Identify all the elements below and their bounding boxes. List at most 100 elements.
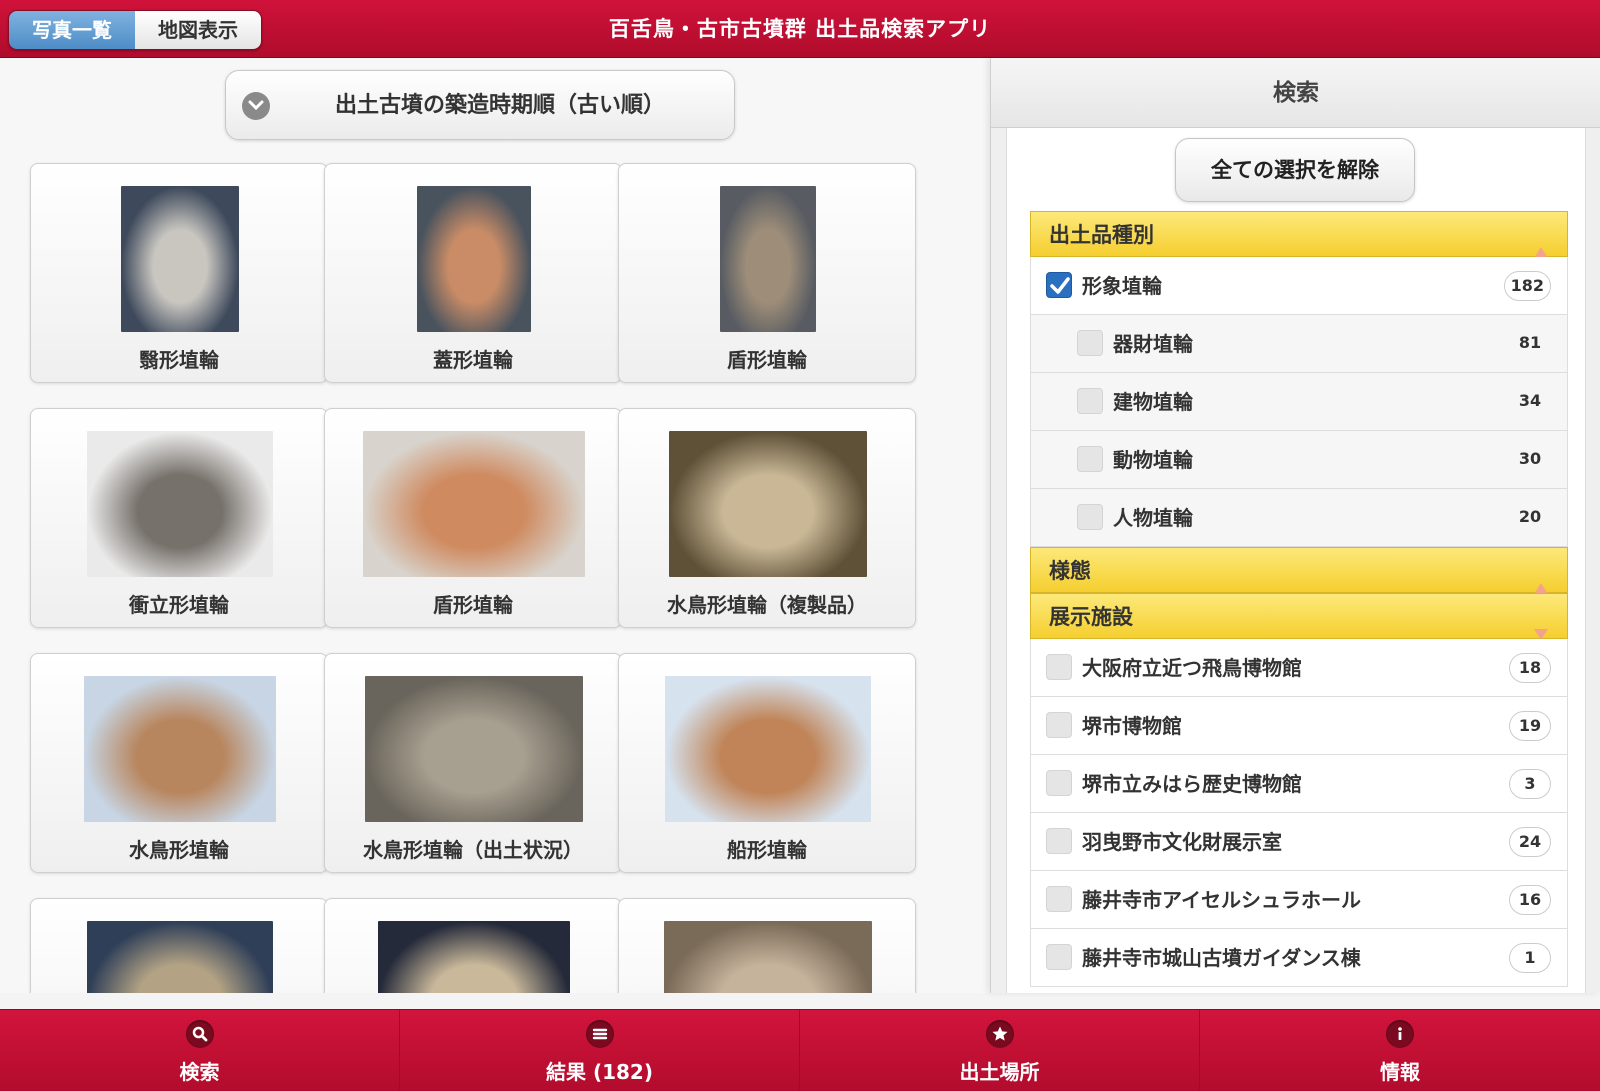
tab-search[interactable]: 検索 <box>0 1010 400 1091</box>
filter-section-label: 様態 <box>1049 559 1091 583</box>
checkbox[interactable] <box>1046 944 1072 970</box>
count-badge: 24 <box>1509 827 1551 857</box>
artifact-photo <box>669 431 867 577</box>
filter-option[interactable]: 大阪府立近つ飛鳥博物館 18 <box>1030 639 1568 697</box>
filter-option[interactable]: 藤井寺市アイセルシュラホール 16 <box>1030 871 1568 929</box>
filter-option[interactable]: 堺市博物館 19 <box>1030 697 1568 755</box>
list-icon <box>586 1020 614 1048</box>
tab-results[interactable]: 結果 (182) <box>400 1010 800 1091</box>
chevron-down-icon <box>242 92 270 120</box>
tab-label: 情報 <box>1380 1060 1420 1084</box>
filter-section-header[interactable]: 様態 <box>1030 547 1568 594</box>
tab-label: 出土場所 <box>959 1060 1040 1084</box>
map-view-button[interactable]: 地図表示 <box>135 11 261 49</box>
photo-list-button[interactable]: 写真一覧 <box>9 11 135 49</box>
filter-section-header[interactable]: 出土品種別 <box>1030 211 1568 258</box>
filter-option-label: 建物埴輪 <box>1113 390 1193 414</box>
filter-option-label: 藤井寺市アイセルシュラホール <box>1082 888 1361 912</box>
filter-option-label: 堺市博物館 <box>1082 714 1182 738</box>
tab-label: 検索 <box>179 1060 220 1084</box>
result-card[interactable]: 船形埴輪 <box>618 653 916 873</box>
filter-option[interactable]: 動物埴輪 30 <box>1030 431 1568 489</box>
tab-locations[interactable]: 出土場所 <box>800 1010 1200 1091</box>
artifact-photo <box>87 921 273 993</box>
filter-option-label: 動物埴輪 <box>1113 448 1193 472</box>
artifact-photo <box>84 676 276 822</box>
artifact-photo <box>664 921 872 993</box>
filter-option-label: 人物埴輪 <box>1113 506 1193 530</box>
result-card[interactable]: 蓋形埴輪 <box>324 163 622 383</box>
checkbox[interactable] <box>1077 388 1103 414</box>
checkbox[interactable] <box>1046 886 1072 912</box>
count-badge: 3 <box>1509 769 1551 799</box>
checkbox[interactable] <box>1077 504 1103 530</box>
filter-option[interactable]: 建物埴輪 34 <box>1030 373 1568 431</box>
checkbox[interactable] <box>1046 654 1072 680</box>
result-caption: 船形埴輪 <box>727 838 807 862</box>
result-caption: 翳形埴輪 <box>139 348 219 372</box>
artifact-photo <box>720 186 816 332</box>
result-card[interactable] <box>324 898 622 993</box>
count-badge: 182 <box>1503 271 1551 301</box>
sort-label: 出土古墳の築造時期順（古い順） <box>334 93 665 118</box>
filter-option-label: 羽曳野市文化財展示室 <box>1082 830 1282 854</box>
artifact-photo <box>87 431 273 577</box>
checkbox-checked[interactable] <box>1046 272 1072 298</box>
artifact-photo <box>363 431 585 577</box>
result-card[interactable]: 水鳥形埴輪（複製品） <box>618 408 916 628</box>
result-card[interactable]: 盾形埴輪 <box>618 163 916 383</box>
result-card[interactable]: 水鳥形埴輪 <box>30 653 328 873</box>
count-badge: 16 <box>1509 885 1551 915</box>
filter-list: 全ての選択を解除 出土品種別 形象埴輪 182 器財埴輪 81 建物埴輪 34 動物埴輪 30 人… <box>1006 128 1586 993</box>
sort-button[interactable]: 出土古墳の築造時期順（古い順） <box>225 70 735 140</box>
count-badge: 30 <box>1518 449 1542 468</box>
count-badge: 20 <box>1518 507 1542 526</box>
result-card[interactable] <box>30 898 328 993</box>
checkbox[interactable] <box>1077 330 1103 356</box>
view-toggle: 写真一覧 地図表示 <box>8 10 262 50</box>
count-badge: 81 <box>1518 333 1542 352</box>
tab-info[interactable]: 情報 <box>1200 1010 1600 1091</box>
filter-option-label: 大阪府立近つ飛鳥博物館 <box>1082 656 1302 680</box>
checkbox[interactable] <box>1046 770 1072 796</box>
result-card[interactable]: 翳形埴輪 <box>30 163 328 383</box>
star-icon <box>986 1020 1014 1048</box>
search-panel: 検索 全ての選択を解除 出土品種別 形象埴輪 182 器財埴輪 81 建物埴輪 34 動物埴輪… <box>990 58 1600 993</box>
result-card[interactable] <box>618 898 916 993</box>
info-icon <box>1386 1020 1414 1048</box>
clear-selection-button[interactable]: 全ての選択を解除 <box>1175 138 1415 202</box>
artifact-photo <box>417 186 531 332</box>
result-caption: 水鳥形埴輪（複製品） <box>667 593 867 617</box>
result-card[interactable]: 盾形埴輪 <box>324 408 622 628</box>
result-caption: 蓋形埴輪 <box>433 348 513 372</box>
artifact-photo <box>378 921 570 993</box>
artifact-photo <box>665 676 871 822</box>
search-icon <box>186 1020 214 1048</box>
filter-option[interactable]: 堺市立みはら歴史博物館 3 <box>1030 755 1568 813</box>
filter-option[interactable]: 形象埴輪 182 <box>1030 257 1568 315</box>
checkbox[interactable] <box>1077 446 1103 472</box>
checkbox[interactable] <box>1046 712 1072 738</box>
count-badge: 19 <box>1509 711 1551 741</box>
result-card[interactable]: 水鳥形埴輪（出土状況） <box>324 653 622 873</box>
count-badge: 1 <box>1509 943 1551 973</box>
result-caption: 盾形埴輪 <box>727 348 807 372</box>
filter-option[interactable]: 器財埴輪 81 <box>1030 315 1568 373</box>
app-title: 百舌鳥・古市古墳群 出土品検索アプリ <box>608 17 992 41</box>
filter-section-label: 展示施設 <box>1049 605 1133 629</box>
result-caption: 盾形埴輪 <box>433 593 513 617</box>
result-caption: 水鳥形埴輪 <box>129 838 229 862</box>
result-caption: 衝立形埴輪 <box>129 593 229 617</box>
filter-section-header[interactable]: 展示施設 <box>1030 593 1568 640</box>
count-badge: 34 <box>1518 391 1542 410</box>
results-pane: 出土古墳の築造時期順（古い順） 翳形埴輪 蓋形埴輪 盾形埴輪 衝立形埴輪 盾形埴輪 水鳥形… <box>0 58 990 993</box>
count-badge: 18 <box>1509 653 1551 683</box>
checkbox[interactable] <box>1046 828 1072 854</box>
tab-label: 結果 (182) <box>546 1060 653 1084</box>
filter-option-label: 藤井寺市城山古墳ガイダンス棟 <box>1082 946 1361 970</box>
filter-option[interactable]: 藤井寺市城山古墳ガイダンス棟 1 <box>1030 929 1568 987</box>
filter-option[interactable]: 羽曳野市文化財展示室 24 <box>1030 813 1568 871</box>
result-card[interactable]: 衝立形埴輪 <box>30 408 328 628</box>
artifact-photo <box>365 676 583 822</box>
filter-option[interactable]: 人物埴輪 20 <box>1030 489 1568 547</box>
